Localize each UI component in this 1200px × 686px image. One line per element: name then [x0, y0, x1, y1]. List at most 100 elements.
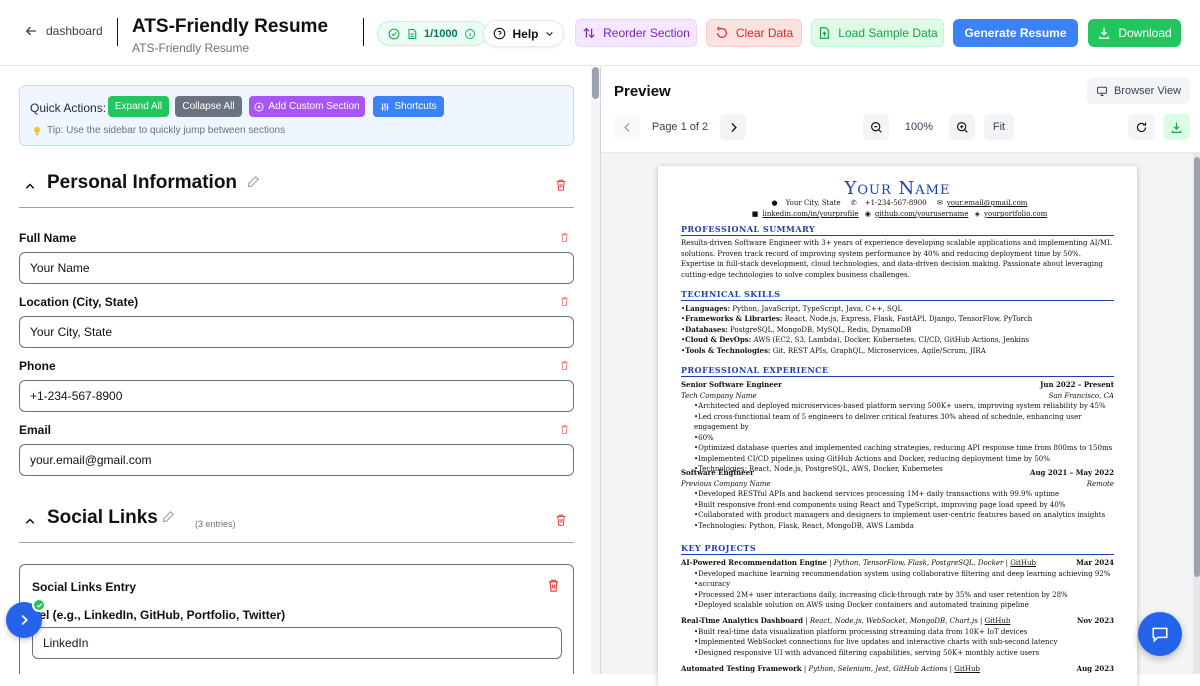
social-label-input[interactable]: LinkedIn [32, 627, 562, 659]
project-bullet-cont: accuracy [694, 579, 1114, 590]
project-bullet: Developed machine learning recommendatio… [694, 569, 1114, 580]
title-block: ATS-Friendly Resume ATS-Friendly Resume [132, 16, 328, 55]
browser-view-button[interactable]: Browser View [1087, 78, 1190, 104]
collapse-all-button[interactable]: Collapse All [175, 96, 242, 117]
field-label: Phone [19, 359, 56, 373]
sort-arrows-icon [583, 27, 595, 39]
field-label: Full Name [19, 231, 77, 245]
project-link[interactable]: GitHub [1010, 559, 1036, 567]
download-icon [1171, 122, 1182, 133]
arrow-left-icon [25, 26, 37, 36]
experience-heading: PROFESSIONAL EXPERIENCE [681, 365, 1114, 377]
scrollbar-thumb[interactable] [592, 67, 599, 99]
trash-icon[interactable] [554, 178, 568, 192]
chevron-right-icon [21, 615, 28, 625]
full-name-input[interactable]: Your Name [19, 252, 574, 284]
trash-icon[interactable] [559, 296, 570, 307]
trash-icon[interactable] [559, 232, 570, 243]
project-link[interactable]: GitHub [985, 617, 1011, 625]
resume-linkedin[interactable]: linkedin.com/in/yourprofile [762, 210, 858, 218]
add-custom-section-button[interactable]: Add Custom Section [249, 96, 365, 117]
email-input[interactable]: your.email@gmail.com [19, 444, 574, 476]
job-role: Software Engineer [681, 468, 754, 477]
envelope-icon: ✉ [936, 199, 943, 207]
job-entry: Senior Software Engineer Jun 2022 – Prese… [681, 380, 1114, 475]
chevron-up-icon[interactable] [24, 180, 36, 192]
resume-github[interactable]: github.com/yourusername [875, 210, 968, 218]
job-dates: Aug 2021 – May 2022 [1030, 468, 1114, 477]
download-button[interactable]: Download [1088, 19, 1181, 47]
reorder-label: Reorder Section [603, 26, 690, 40]
lightbulb-icon [34, 126, 40, 135]
download-pdf-button[interactable] [1163, 114, 1190, 140]
pencil-icon[interactable] [161, 510, 175, 524]
load-sample-data-button[interactable]: Load Sample Data [811, 19, 944, 47]
clear-label: Clear Data [735, 26, 794, 40]
generate-label: Generate Resume [964, 26, 1067, 40]
job-place: San Francisco, CA [1048, 391, 1114, 400]
sliders-icon [381, 102, 390, 111]
rotate-ccw-icon [716, 26, 727, 38]
fit-button[interactable]: Fit [984, 114, 1014, 140]
chevron-up-icon[interactable] [24, 515, 36, 527]
phone-input[interactable]: +1-234-567-8900 [19, 380, 574, 412]
chat-bubble-icon [1152, 627, 1168, 643]
pencil-icon[interactable] [246, 175, 260, 189]
skill-row: Languages: Python, JavaScript, TypeScrip… [681, 304, 1114, 314]
entry-title: Social Links Entry [32, 580, 137, 594]
generate-resume-button[interactable]: Generate Resume [953, 19, 1078, 47]
scrollbar-thumb[interactable] [1194, 157, 1200, 577]
reorder-section-button[interactable]: Reorder Section [575, 19, 697, 47]
project-entry: Real-Time Analytics Dashboard | React, N… [681, 616, 1114, 658]
shortcuts-button[interactable]: Shortcuts [373, 96, 444, 117]
trash-icon[interactable] [546, 578, 561, 593]
zoom-out-button[interactable] [863, 114, 889, 140]
skill-value: PostgreSQL, MongoDB, MySQL, Redis, Dynam… [730, 325, 912, 334]
phone-icon: ✆ [850, 199, 857, 207]
entry-count: (3 entries) [195, 519, 236, 529]
skill-key: Frameworks & Libraries: [685, 314, 783, 324]
resume-portfolio[interactable]: yourportfolio.com [984, 210, 1047, 218]
chat-button[interactable] [1138, 612, 1182, 656]
expand-all-label: Expand All [114, 101, 163, 112]
page-title: ATS-Friendly Resume [132, 16, 329, 37]
zoom-in-icon [956, 121, 968, 133]
prev-page-button[interactable] [614, 114, 640, 140]
skill-value: AWS (EC2, S3, Lambda), Docker, Kubernete… [753, 336, 1029, 345]
project-name: AI-Powered Recommendation Engine [681, 558, 827, 567]
trash-icon[interactable] [559, 424, 570, 435]
section-title: Social Links [47, 507, 158, 528]
zoom-in-button[interactable] [949, 114, 975, 140]
project-link[interactable]: GitHub [954, 665, 980, 673]
job-bullet-cont: 60% [694, 433, 1114, 444]
location-input[interactable]: Your City, State [19, 316, 574, 348]
clear-data-button[interactable]: Clear Data [706, 19, 802, 47]
shortcuts-label: Shortcuts [394, 101, 437, 112]
info-icon[interactable] [464, 28, 476, 40]
sample-label: Load Sample Data [838, 26, 938, 40]
skill-key: Tools & Technologies: [685, 345, 771, 355]
zoom-out-icon [870, 121, 882, 133]
contact-line: ● Your City, State ✆ +1-234-567-8900 ✉ your… [658, 199, 1137, 207]
next-page-button[interactable] [720, 114, 746, 140]
project-tech: Python, TensorFlow, Flask, PostgreSQL, D… [833, 559, 1004, 567]
phone-field: Phone +1-234-567-8900 [19, 359, 574, 412]
social-links-section-header[interactable]: Social Links (3 entries) [19, 499, 574, 543]
trash-icon[interactable] [554, 513, 568, 527]
preview-panel: Preview Browser View Page 1 of 2 100% Fi… [600, 67, 1200, 686]
project-tech: Python, Selenium, Jest, GitHub Actions [808, 665, 948, 673]
preview-toolbar: Preview Browser View Page 1 of 2 100% Fi… [601, 67, 1200, 153]
resume-email[interactable]: your.email@gmail.com [947, 199, 1028, 207]
back-to-dashboard-link[interactable]: dashboard [24, 24, 103, 38]
help-button[interactable]: Help [483, 20, 564, 47]
page-indicator: Page 1 of 2 [651, 121, 709, 133]
summary-heading: PROFESSIONAL SUMMARY [681, 224, 1114, 236]
personal-info-section-header[interactable]: Personal Information [19, 164, 574, 208]
editor-scrollbar[interactable] [591, 67, 600, 674]
preview-scrollbar[interactable] [1193, 153, 1200, 674]
job-role: Senior Software Engineer [681, 380, 782, 389]
linkedin-icon: ■ [751, 210, 759, 218]
trash-icon[interactable] [559, 360, 570, 371]
expand-all-button[interactable]: Expand All [108, 96, 169, 117]
refresh-button[interactable] [1128, 114, 1155, 140]
